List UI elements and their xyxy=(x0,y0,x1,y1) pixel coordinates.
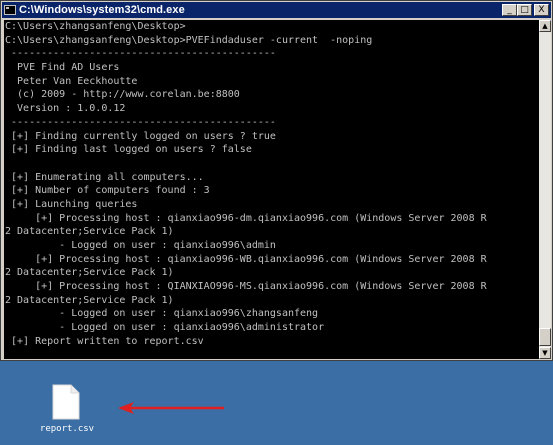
console-line: [+] Processing host : qianxiao996-WB.qia… xyxy=(5,253,487,265)
console-line: Version : 1.0.0.12 xyxy=(5,103,126,115)
console-line: ----------------------------------------… xyxy=(5,116,276,128)
vertical-scrollbar[interactable]: ▲ ▼ xyxy=(539,20,551,359)
console-line: PVE Find AD Users xyxy=(5,62,120,74)
console-line: - Logged on user : qianxiao996\admin xyxy=(5,240,276,251)
red-arrow-annotation xyxy=(118,402,224,414)
window-title: C:\Windows\system32\cmd.exe xyxy=(19,4,185,16)
console-line: C:\Users\zhangsanfeng\Desktop> xyxy=(5,21,186,32)
cmd-window[interactable]: C:\Windows\system32\cmd.exe _ □ X C:\Use… xyxy=(0,0,553,361)
console-line: [+] Finding last logged on users ? false xyxy=(5,144,252,156)
console-line: [+] Processing host : QIANXIAO996-MS.qia… xyxy=(5,281,487,293)
console-line: 2 Datacenter;Service Pack 1) xyxy=(5,226,174,238)
console-line: ----------------------------------------… xyxy=(5,48,276,60)
cmd-icon xyxy=(4,5,16,15)
console-line: 2 Datacenter;Service Pack 1) xyxy=(5,294,174,306)
scroll-thumb[interactable] xyxy=(539,328,551,346)
console-line: [+] Enumerating all computers... xyxy=(5,171,204,183)
blank-file-icon[interactable] xyxy=(52,384,80,420)
scroll-up-button[interactable]: ▲ xyxy=(539,20,551,32)
console-line: - Logged on user : qianxiao996\administr… xyxy=(5,322,325,334)
console-output[interactable]: C:\Users\zhangsanfeng\Desktop> C:\Users\z… xyxy=(4,20,539,359)
console-line: [+] Finding currently logged on users ? … xyxy=(5,130,276,142)
console-line: - Logged on user : qianxiao996\zhangsanf… xyxy=(5,308,319,320)
console-line: [+] Report written to report.csv xyxy=(5,335,204,347)
console-line: (c) 2009 - http://www.corelan.be:8800 xyxy=(5,89,240,101)
file-label[interactable]: report.csv xyxy=(36,424,98,434)
close-button[interactable]: X xyxy=(534,4,549,16)
console-line: C:\Users\zhangsanfeng\Desktop>PVEFindadu… xyxy=(5,34,373,46)
console-line: [+] Number of computers found : 3 xyxy=(5,185,210,197)
console-line: [+] Launching queries xyxy=(5,198,138,210)
window-controls: _ □ X xyxy=(502,4,549,16)
console-line: [+] Processing host : qianxiao996-dm.qia… xyxy=(5,212,487,224)
console-line: Peter Van Eeckhoutte xyxy=(5,75,138,87)
maximize-button[interactable]: □ xyxy=(517,4,532,16)
scroll-down-button[interactable]: ▼ xyxy=(539,347,551,359)
console-line: 2 Datacenter;Service Pack 1) xyxy=(5,267,174,279)
minimize-button[interactable]: _ xyxy=(502,4,517,16)
window-titlebar[interactable]: C:\Windows\system32\cmd.exe _ □ X xyxy=(2,2,551,18)
